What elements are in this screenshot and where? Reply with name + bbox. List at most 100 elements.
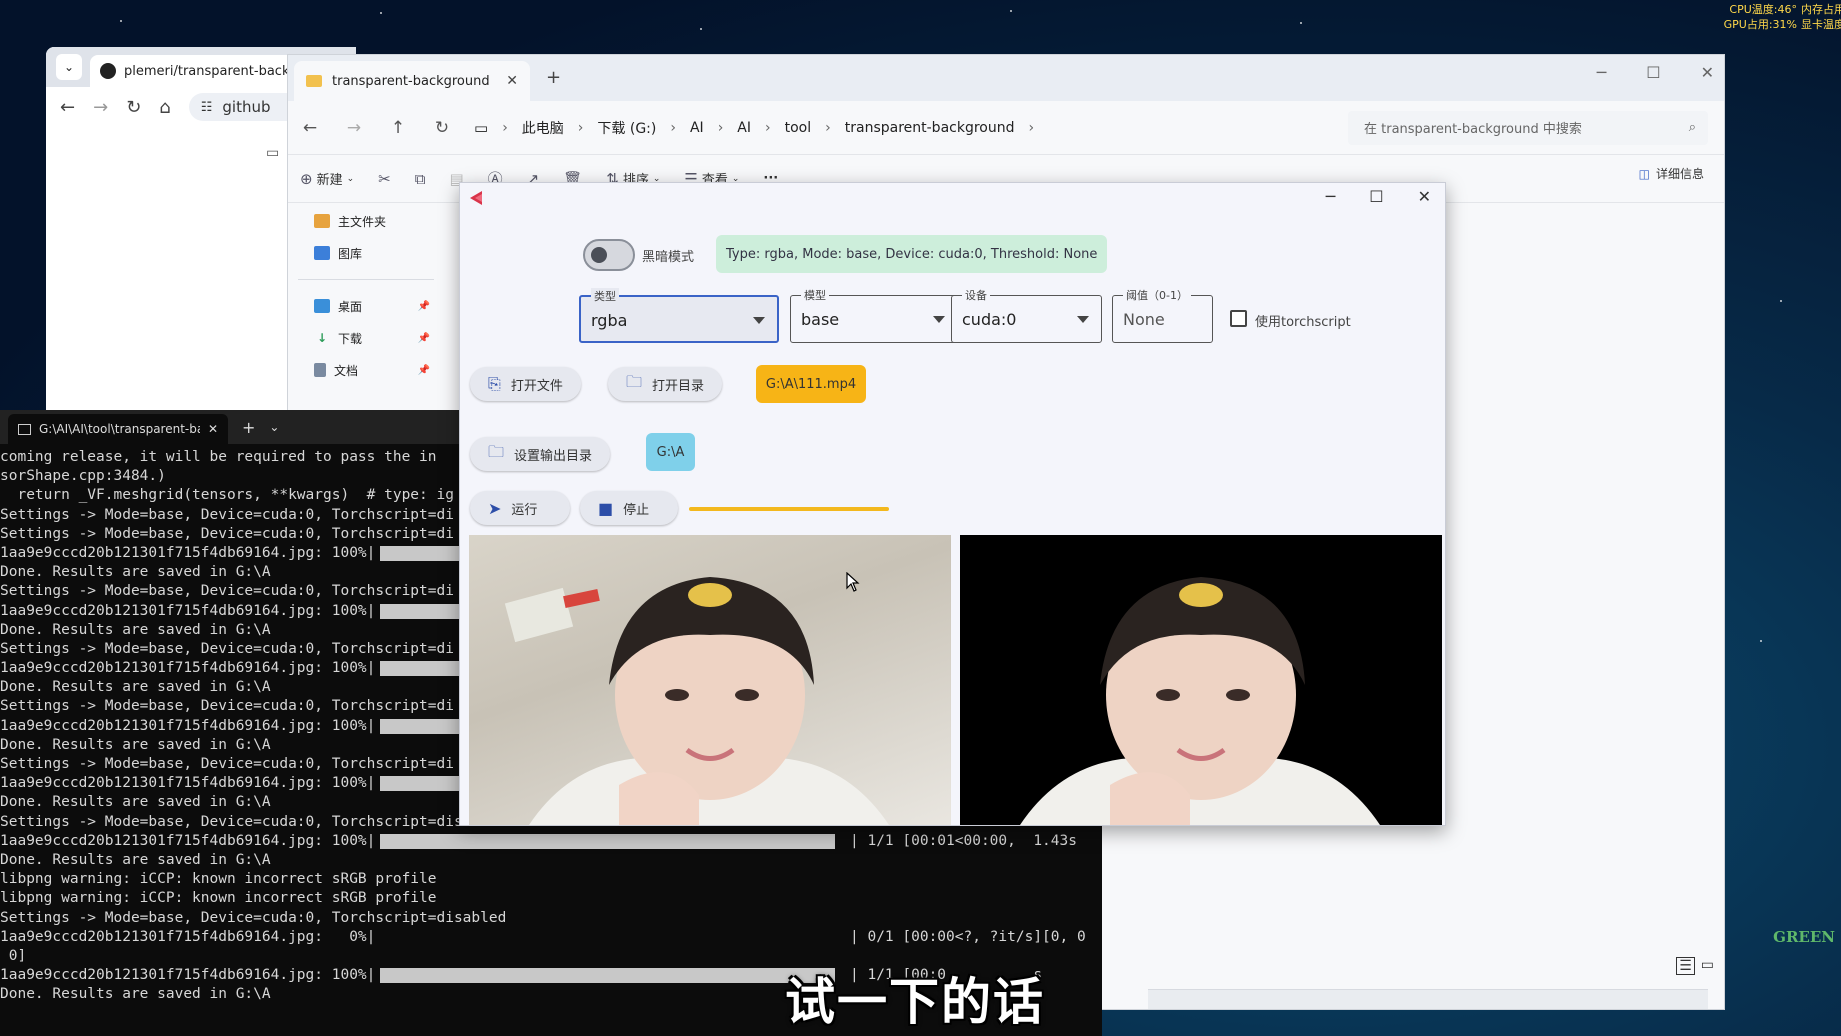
mouse-cursor-icon — [846, 572, 860, 592]
search-input[interactable]: 在 transparent-background 中搜索 ⌕ — [1348, 110, 1708, 145]
tiles-view-icon[interactable]: ▭ — [1701, 957, 1714, 975]
folder-icon: 🗀 — [488, 441, 505, 461]
new-tab-button[interactable]: + — [546, 67, 561, 88]
cut-icon[interactable]: ✂ — [378, 170, 391, 188]
breadcrumb[interactable]: ▭ › 此电脑 › 下载 (G:) › AI › AI › tool › tra… — [474, 118, 1328, 138]
dark-mode-toggle[interactable] — [583, 239, 635, 271]
forward-icon[interactable]: → — [93, 97, 108, 118]
set-output-dir-button[interactable]: 🗀 设置输出目录 — [470, 437, 611, 471]
maximize-icon[interactable]: ☐ — [1369, 187, 1383, 206]
details-view-icon[interactable]: ☰ — [1676, 957, 1695, 975]
app-window-controls: ─ ☐ ✕ — [1326, 187, 1431, 206]
reload-icon[interactable]: ↻ — [126, 97, 141, 118]
home-folder-icon — [314, 214, 330, 228]
open-file-button[interactable]: ⎘ 打开文件 — [470, 367, 581, 401]
type-select[interactable]: 类型 rgba — [579, 288, 779, 343]
sidebar-item-documents[interactable]: 文档 📌 — [288, 354, 448, 386]
input-path-chip: G:\A\111.mp4 — [756, 365, 866, 403]
pin-icon[interactable]: 📌 — [418, 333, 430, 344]
sidebar-item-gallery[interactable]: 图库 — [288, 237, 448, 269]
torchscript-checkbox[interactable] — [1230, 310, 1247, 327]
sidebar-item-downloads[interactable]: ↓ 下载 📌 — [288, 322, 448, 354]
minimize-icon[interactable]: ─ — [1326, 187, 1336, 206]
copy-icon[interactable]: ⧉ — [415, 170, 426, 188]
star — [700, 28, 702, 30]
device-select-value: cuda:0 — [962, 310, 1017, 329]
model-select[interactable]: 模型 base — [790, 287, 958, 343]
star — [380, 12, 382, 14]
browser-bookmark-icon[interactable]: ▭ — [266, 145, 279, 161]
sidebar-item-desktop[interactable]: 桌面 📌 — [288, 290, 448, 322]
layout-toggle: ☰ ▭ — [1676, 957, 1714, 975]
tab-list-chevron-icon[interactable]: ⌄ — [56, 54, 82, 80]
home-icon[interactable]: ⌂ — [159, 97, 170, 118]
pin-icon[interactable]: 📌 — [418, 301, 430, 312]
breadcrumb-item[interactable]: 此电脑 — [522, 118, 564, 138]
pin-icon[interactable]: 📌 — [418, 365, 430, 376]
chevron-down-icon[interactable]: ⌄ — [269, 420, 279, 434]
threshold-input[interactable]: 阈值（0-1） None — [1112, 287, 1213, 343]
sidebar-item-home[interactable]: 主文件夹 — [288, 205, 448, 237]
refresh-icon[interactable]: ↻ — [430, 118, 454, 138]
stop-button[interactable]: ■ 停止 — [580, 491, 678, 525]
site-settings-icon[interactable]: ☷ — [201, 100, 213, 115]
breadcrumb-item[interactable]: AI — [690, 120, 704, 136]
breadcrumb-item[interactable]: transparent-background — [845, 120, 1015, 136]
terminal-line-text: 1aa9e9cccd20b121301f715f4db69164.jpg: 10… — [0, 832, 376, 849]
details-button[interactable]: ◫ 详细信息 — [1639, 165, 1704, 182]
back-icon[interactable]: ← — [298, 118, 322, 138]
maximize-icon[interactable]: ☐ — [1646, 63, 1660, 82]
breadcrumb-sep: › — [502, 119, 508, 136]
document-icon — [314, 363, 326, 377]
terminal-line-text: return _VF.meshgrid(tensors, **kwargs) #… — [0, 487, 454, 504]
new-tab-button[interactable]: + — [242, 418, 255, 437]
terminal-tab[interactable]: G:\AI\AI\tool\transparent-bac ✕ — [8, 414, 228, 444]
run-button[interactable]: ➤ 运行 — [470, 491, 570, 525]
progress-bar — [689, 507, 889, 511]
github-icon — [100, 63, 116, 79]
type-select-label: 类型 — [591, 288, 619, 304]
gpu-temp: 显卡温度 — [1801, 18, 1841, 31]
dropdown-caret-icon — [933, 316, 945, 323]
up-icon[interactable]: ↑ — [386, 118, 410, 138]
browser-tab-title: plemeri/transparent-backgro — [124, 63, 311, 79]
output-photo — [1020, 577, 1380, 825]
terminal-line-text: Done. Results are saved in G:\A — [0, 986, 271, 1003]
horizontal-scrollbar[interactable] — [1148, 989, 1708, 1009]
close-icon[interactable]: ✕ — [1701, 63, 1714, 82]
terminal-progress-stats: | 1/1 [00:01<00:00, 1.43s — [850, 832, 1077, 849]
search-placeholder: 在 transparent-background 中搜索 — [1364, 122, 1582, 137]
device-select-label: 设备 — [962, 287, 990, 303]
terminal-line-text: Done. Results are saved in G:\A — [0, 679, 271, 696]
back-icon[interactable]: ← — [60, 97, 75, 118]
breadcrumb-item[interactable]: 下载 (G:) — [597, 118, 656, 138]
explorer-tab[interactable]: transparent-background ✕ — [294, 61, 530, 101]
stop-icon: ■ — [598, 498, 614, 518]
star — [1010, 10, 1012, 12]
terminal-progress-fill — [380, 968, 835, 984]
terminal-line: libpng warning: iCCP: known incorrect sR… — [0, 889, 1102, 908]
close-icon[interactable]: ✕ — [1418, 187, 1431, 206]
search-icon: ⌕ — [1688, 120, 1696, 135]
plus-circle-icon: ⊕ — [300, 169, 313, 188]
close-tab-icon[interactable]: ✕ — [208, 422, 218, 436]
device-select[interactable]: 设备 cuda:0 — [951, 287, 1102, 343]
close-tab-icon[interactable]: ✕ — [506, 73, 518, 89]
explorer-tabbar: transparent-background ✕ + ─ ☐ ✕ — [288, 55, 1724, 101]
status-badge: Type: rgba, Mode: base, Device: cuda:0, … — [716, 235, 1108, 273]
open-directory-button[interactable]: 🗀 打开目录 — [608, 367, 723, 401]
dropdown-caret-icon — [1077, 316, 1089, 323]
minimize-icon[interactable]: ─ — [1597, 63, 1607, 82]
breadcrumb-item[interactable]: tool — [785, 120, 812, 136]
new-button[interactable]: ⊕ 新建 ⌄ — [300, 169, 354, 189]
terminal-progress-stats: | 0/1 [00:00<?, ?it/s][0, 0 — [850, 928, 1086, 945]
terminal-line-text: Settings -> Mode=base, Device=cuda:0, To… — [0, 909, 507, 926]
terminal-line-text: 1aa9e9cccd20b121301f715f4db69164.jpg: 10… — [0, 602, 376, 619]
breadcrumb-item[interactable]: AI — [737, 120, 751, 136]
terminal-line: Done. Results are saved in G:\A — [0, 851, 1102, 870]
terminal-line-text: libpng warning: iCCP: known incorrect sR… — [0, 890, 437, 907]
terminal-line-text: Settings -> Mode=base, Device=cuda:0, To… — [0, 583, 454, 600]
forward-icon[interactable]: → — [342, 118, 366, 138]
terminal-progress-bar — [380, 833, 835, 851]
terminal-line: 1aa9e9cccd20b121301f715f4db69164.jpg: 10… — [0, 832, 1102, 851]
